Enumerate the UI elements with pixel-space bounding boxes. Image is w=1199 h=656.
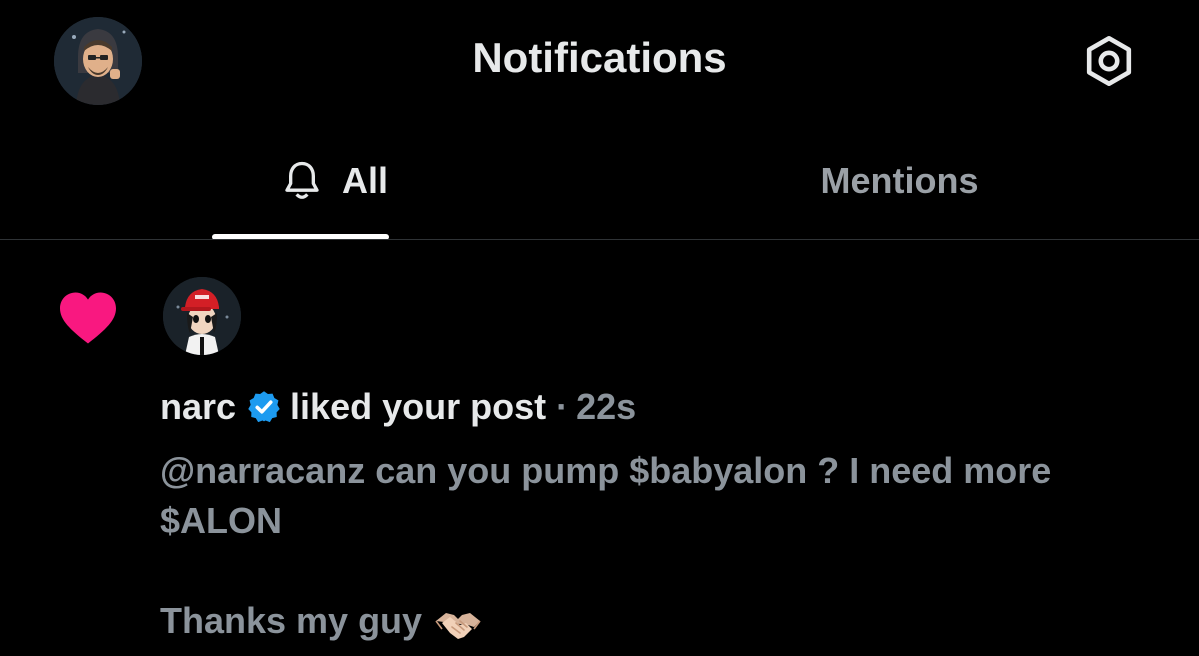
notification-summary: narc liked your post · 22s xyxy=(160,386,636,428)
tab-mentions[interactable]: Mentions xyxy=(600,122,1199,240)
timestamp: 22s xyxy=(576,386,637,427)
post-text-line-1: @narracanz can you pump $babyalon ? I ne… xyxy=(160,450,1052,491)
avatar-illustration xyxy=(163,277,241,355)
header: Notifications xyxy=(0,0,1199,122)
bell-icon xyxy=(285,161,319,199)
user-avatar[interactable] xyxy=(163,277,241,355)
notification-item[interactable]: narc liked your post · 22s @narracanz ca… xyxy=(0,240,1199,656)
notification-action: liked your post xyxy=(290,386,547,427)
heart-icon xyxy=(60,292,116,344)
tab-bar: All Mentions xyxy=(0,122,1199,240)
verified-badge-icon xyxy=(248,391,280,423)
settings-button[interactable] xyxy=(1078,30,1140,92)
gear-icon xyxy=(1086,35,1132,87)
handshake-icon xyxy=(435,613,481,640)
tab-all-label: All xyxy=(341,160,388,201)
separator-dot: · xyxy=(556,386,569,427)
tab-all[interactable]: All xyxy=(0,122,600,240)
page-title: Notifications xyxy=(472,34,727,81)
user-name[interactable]: narc xyxy=(160,386,236,428)
tab-mentions-label: Mentions xyxy=(820,160,979,201)
post-text-line-2: $ALON xyxy=(160,500,283,541)
post-preview[interactable]: @narracanz can you pump $babyalon ? I ne… xyxy=(160,446,1150,646)
notifications-screen: Notifications All Mentions narc liked yo… xyxy=(0,0,1199,656)
post-text-line-3: Thanks my guy xyxy=(160,600,423,641)
